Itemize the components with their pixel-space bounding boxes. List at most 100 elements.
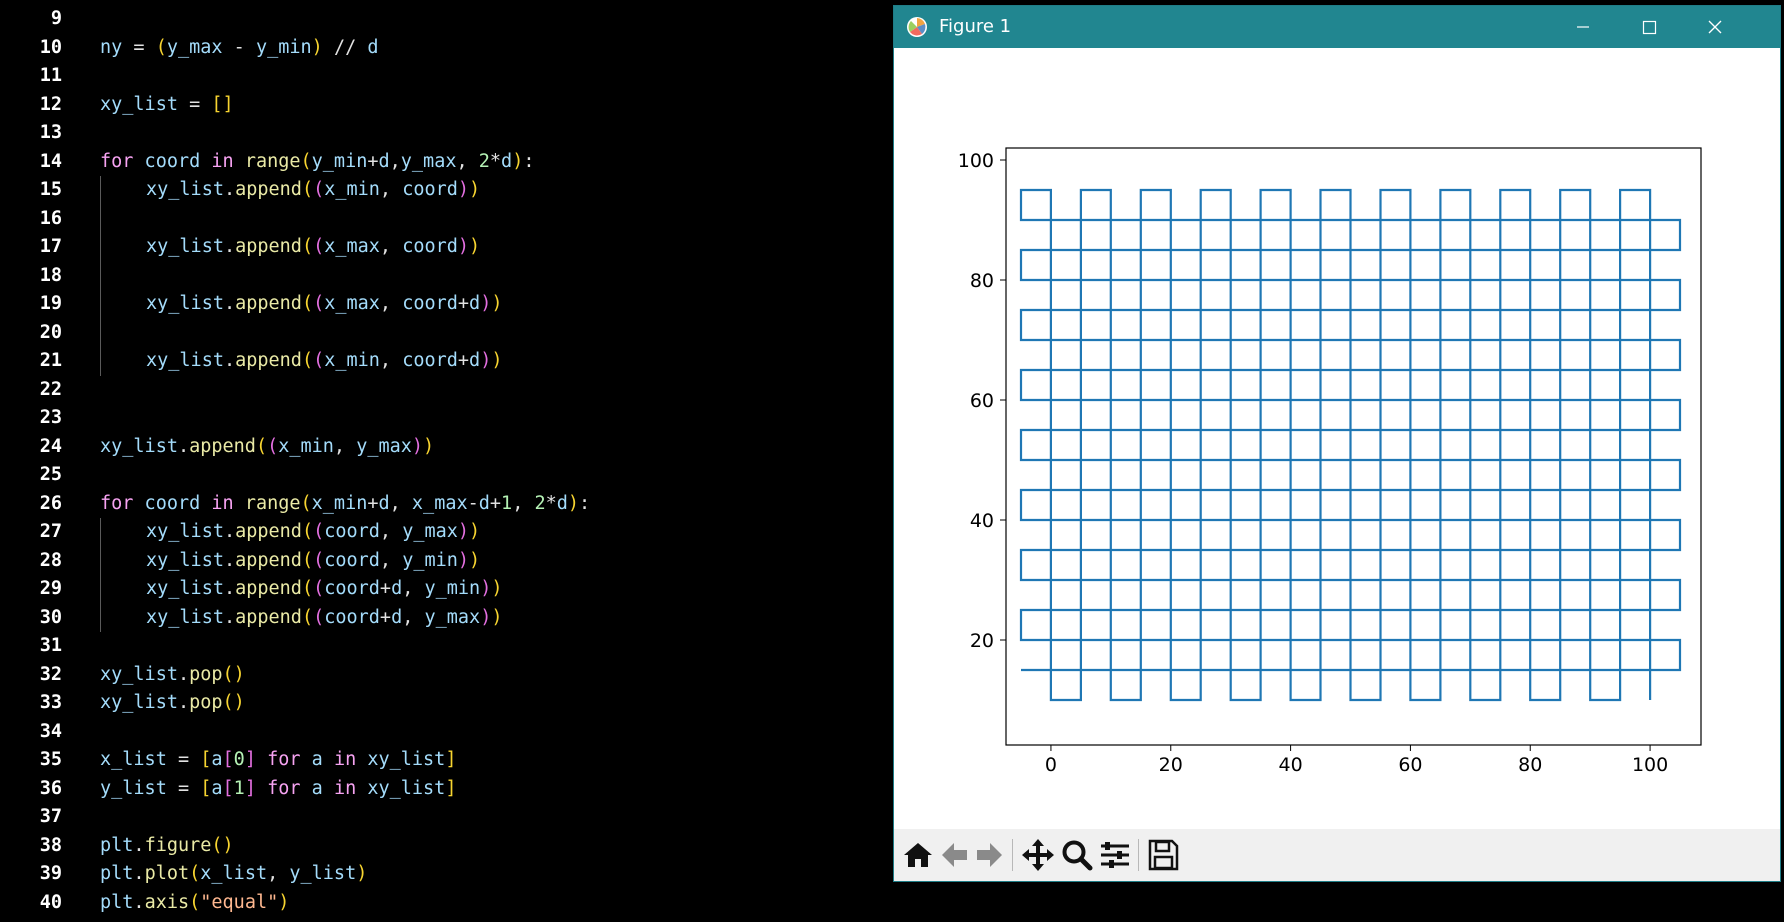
code-line[interactable]: 18 xyxy=(0,262,892,291)
code-token: () xyxy=(211,834,234,856)
code-line[interactable]: 39 plt.plot(x_list, y_list) xyxy=(0,860,892,889)
code-line[interactable]: 28 xy_list.append((coord, y_min)) xyxy=(0,547,892,576)
configure-subplots-icon[interactable] xyxy=(1098,837,1132,873)
code-token: + xyxy=(367,492,379,514)
code-token: xy_list xyxy=(146,179,224,200)
code-token: , xyxy=(267,863,290,884)
toolbar-separator xyxy=(1012,839,1013,871)
code-line[interactable]: 32 xy_list.pop() xyxy=(0,661,892,690)
code-token: // xyxy=(322,36,368,58)
code-token: ) xyxy=(491,606,503,628)
figure-window[interactable]: Figure 1 0 20 40 60 80 100 20 40 60 80 100 xyxy=(893,5,1781,882)
code-token: xy_list xyxy=(100,663,178,685)
code-line[interactable]: 24 xy_list.append((x_min, y_max)) xyxy=(0,433,892,462)
code-token: ] xyxy=(244,749,256,770)
code-token: d xyxy=(391,578,403,599)
code-token: xy_list xyxy=(100,93,178,115)
code-token: . xyxy=(177,692,190,713)
code-line[interactable]: 9 xyxy=(0,5,892,34)
code-line[interactable]: 14 for coord in range(y_min+d,y_max, 2*d)… xyxy=(0,148,892,177)
code-line[interactable]: 20 xyxy=(0,319,892,348)
code-line[interactable]: 25 xyxy=(0,461,892,490)
code-line[interactable]: 37 xyxy=(0,803,892,832)
home-icon[interactable] xyxy=(900,837,936,873)
code-editor[interactable]: 9 10 ny = (y_max - y_min) // d 11 12 xy_list … xyxy=(0,0,892,922)
save-icon[interactable] xyxy=(1146,837,1180,873)
code-token: a xyxy=(311,777,334,799)
y-tick-label: 60 xyxy=(970,390,994,412)
code-text: plt.plot(x_list, y_list) xyxy=(100,860,367,889)
code-token: ( xyxy=(301,350,314,371)
code-token: [] xyxy=(211,93,234,115)
code-line[interactable]: 21 xy_list.append((x_min, coord+d)) xyxy=(0,347,892,376)
code-token: y_min xyxy=(402,549,458,571)
code-token: coord xyxy=(324,606,380,628)
code-token: append xyxy=(235,179,302,200)
code-token: + xyxy=(457,350,470,371)
code-line[interactable]: 29 xy_list.append((coord+d, y_min)) xyxy=(0,575,892,604)
code-line[interactable]: 11 xyxy=(0,62,892,91)
pan-icon[interactable] xyxy=(1020,837,1056,873)
code-token: , xyxy=(333,435,357,457)
code-token: ) xyxy=(567,492,580,514)
code-token: append xyxy=(235,293,302,314)
code-token: ] xyxy=(244,777,256,799)
code-token: + xyxy=(489,492,502,514)
code-line[interactable]: 15 xy_list.append((x_min, coord)) xyxy=(0,176,892,205)
code-token: - xyxy=(222,36,256,58)
code-token: ( xyxy=(300,492,312,514)
window-title: Figure 1 xyxy=(939,16,1012,37)
code-token: in xyxy=(333,777,357,799)
code-line[interactable]: 35 x_list = [a[0] for a in xy_list] xyxy=(0,746,892,775)
forward-arrow-icon[interactable] xyxy=(974,837,1006,873)
code-line[interactable]: 38 plt.figure() xyxy=(0,832,892,861)
code-token: for xyxy=(100,492,134,514)
code-token: x_list xyxy=(200,863,268,884)
code-token: ( xyxy=(313,350,325,371)
code-token: , xyxy=(402,578,425,599)
code-line[interactable]: 17 xy_list.append((x_max, coord)) xyxy=(0,233,892,262)
code-line[interactable]: 19 xy_list.append((x_max, coord+d)) xyxy=(0,290,892,319)
code-token: plt xyxy=(100,863,134,884)
code-text: xy_list.append((coord, y_min)) xyxy=(146,547,480,576)
code-token: ) xyxy=(469,179,481,200)
toolbar-separator xyxy=(1138,839,1139,871)
code-line[interactable]: 36 y_list = [a[1] for a in xy_list] xyxy=(0,775,892,804)
code-token: d xyxy=(378,492,390,514)
code-token: 0 xyxy=(233,749,245,770)
code-line[interactable]: 30 xy_list.append((coord+d, y_max)) xyxy=(0,604,892,633)
code-line[interactable]: 34 xyxy=(0,718,892,747)
minimize-icon xyxy=(1577,26,1589,28)
code-line[interactable]: 27 xy_list.append((coord, y_max)) xyxy=(0,518,892,547)
code-token: xy_list xyxy=(100,435,178,457)
x-tick-label: 0 xyxy=(1045,754,1057,776)
code-token: () xyxy=(222,692,245,713)
code-token: coord xyxy=(324,578,380,599)
code-line[interactable]: 22 xyxy=(0,376,892,405)
code-line[interactable]: 13 xyxy=(0,119,892,148)
code-text: xy_list = [] xyxy=(100,91,234,120)
code-token: 1 xyxy=(501,492,513,514)
back-arrow-icon[interactable] xyxy=(938,837,970,873)
minimize-button[interactable] xyxy=(1550,6,1616,48)
code-text: for coord in range(x_min+d, x_max-d+1, 2… xyxy=(100,490,590,519)
zoom-icon[interactable] xyxy=(1060,837,1094,873)
line-number: 40 xyxy=(39,891,62,913)
line-number: 30 xyxy=(39,606,62,628)
code-line[interactable]: 40 plt.axis("equal") xyxy=(0,889,892,918)
title-bar[interactable]: Figure 1 xyxy=(894,6,1780,48)
code-token: : xyxy=(523,150,535,172)
close-button[interactable] xyxy=(1682,6,1748,48)
plot-canvas[interactable]: 0 20 40 60 80 100 20 40 60 80 100 xyxy=(894,48,1780,829)
code-line[interactable]: 12 xy_list = [] xyxy=(0,91,892,120)
code-token: = xyxy=(122,36,156,58)
code-line[interactable]: 16 xyxy=(0,205,892,234)
code-token: * xyxy=(545,492,557,514)
maximize-button[interactable] xyxy=(1616,6,1682,48)
code-line[interactable]: 33 xy_list.pop() xyxy=(0,689,892,718)
code-line[interactable]: 31 xyxy=(0,632,892,661)
code-token: + xyxy=(457,293,470,314)
code-line[interactable]: 23 xyxy=(0,404,892,433)
code-line[interactable]: 10 ny = (y_max - y_min) // d xyxy=(0,34,892,63)
code-line[interactable]: 26 for coord in range(x_min+d, x_max-d+1,… xyxy=(0,490,892,519)
